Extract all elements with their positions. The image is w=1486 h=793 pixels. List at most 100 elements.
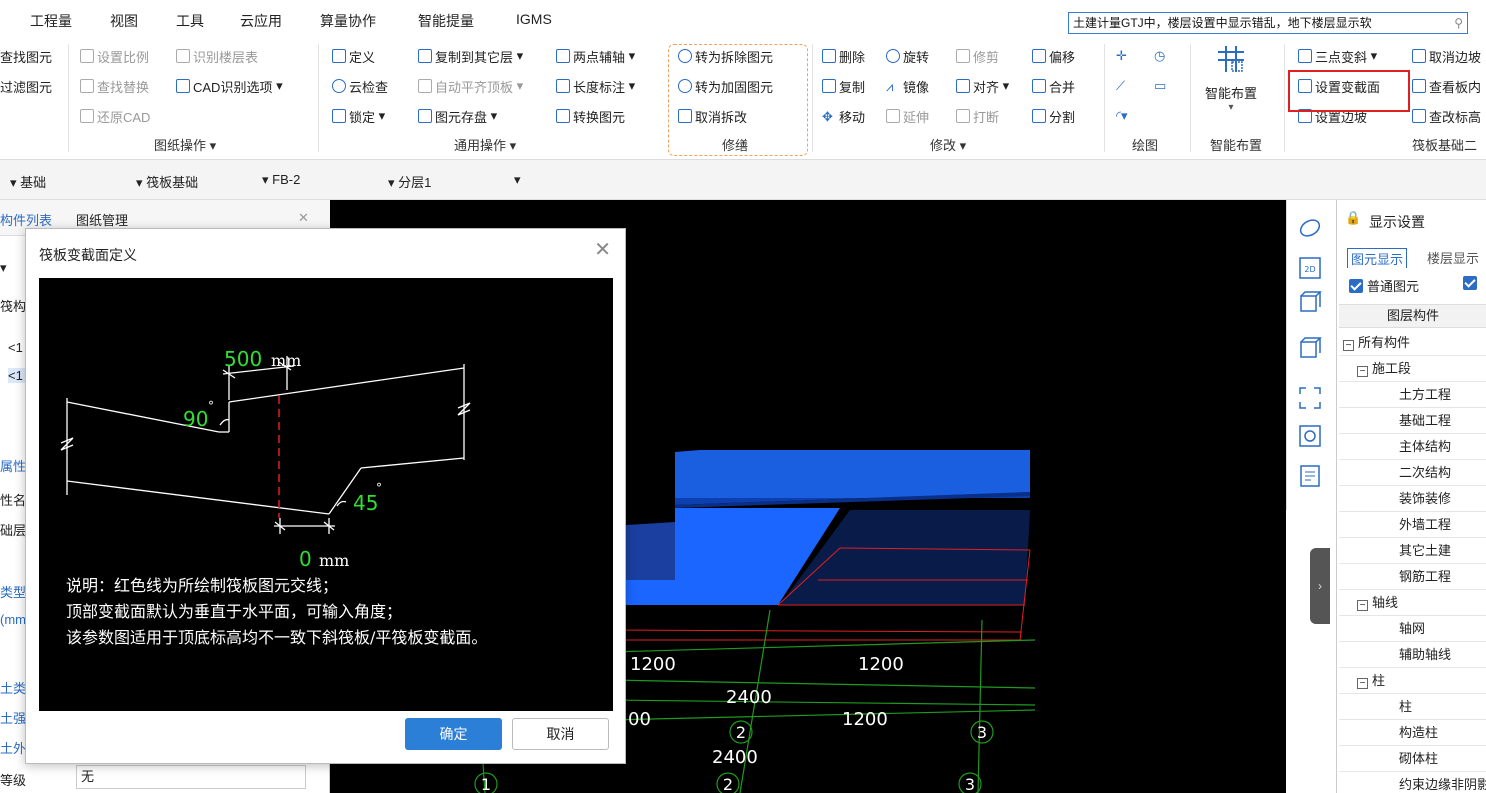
close-icon[interactable]: ✕	[594, 240, 611, 260]
collapse-toggle-icon[interactable]: −	[1357, 366, 1368, 377]
find-replace-button[interactable]: 查找替换	[80, 76, 149, 96]
tree-item[interactable]: − 所有构件	[1343, 330, 1410, 356]
properties-panel-icon[interactable]	[1298, 464, 1322, 488]
circle-draw-icon[interactable]: ◷	[1154, 46, 1165, 66]
box-select-icon[interactable]	[1298, 424, 1322, 448]
extend-button[interactable]: 延伸	[886, 106, 929, 126]
tree-item[interactable]: 构造柱	[1399, 720, 1438, 746]
search-icon[interactable]: ⚲	[1454, 13, 1463, 33]
cancel-button[interactable]: 取消	[512, 718, 609, 750]
tree-item[interactable]: 主体结构	[1399, 434, 1451, 460]
line-draw-icon[interactable]: ⟋	[1116, 76, 1125, 96]
collapse-toggle-icon[interactable]: −	[1343, 340, 1354, 351]
lock-button[interactable]: 锁定 ▾	[332, 106, 385, 126]
layer-select[interactable]: ▾ 分层1	[388, 172, 431, 191]
tab-floor-display[interactable]: 楼层显示	[1427, 248, 1479, 267]
tree-item[interactable]: 柱	[1399, 694, 1412, 720]
rect-draw-icon[interactable]: ▭	[1154, 76, 1166, 96]
list-item[interactable]: <1	[8, 340, 23, 355]
delete-button[interactable]: 删除	[822, 46, 865, 66]
rotate-button[interactable]: 旋转	[886, 46, 929, 66]
orbit-icon[interactable]	[1298, 216, 1322, 240]
tree-item[interactable]: 钢筋工程	[1399, 564, 1451, 590]
mirror-button[interactable]: ⩘ 镜像	[886, 76, 929, 96]
two-point-axis-button[interactable]: 两点辅轴 ▾	[556, 46, 635, 66]
group-label-drawing[interactable]: 图纸操作 ▾	[154, 135, 216, 154]
length-dimension-button[interactable]: 长度标注 ▾	[556, 76, 635, 96]
tree-item[interactable]: − 施工段	[1357, 356, 1411, 382]
tree-item[interactable]: 辅助轴线	[1399, 642, 1451, 668]
identify-floor-table-button[interactable]: 识别楼层表	[176, 46, 258, 66]
cad-options-button[interactable]: CAD识别选项 ▾	[176, 76, 283, 96]
tree-item[interactable]: 基础工程	[1399, 408, 1451, 434]
align-button[interactable]: 对齐 ▾	[956, 76, 1009, 96]
set-scale-button[interactable]: 设置比例	[80, 46, 149, 66]
menu-igms[interactable]: IGMS	[516, 11, 552, 27]
view-slab-button[interactable]: 查看板内	[1412, 76, 1481, 96]
tree-item[interactable]: 其它土建	[1399, 538, 1451, 564]
floor-type-select[interactable]: ▾ 基础	[10, 172, 46, 191]
arc-draw-icon[interactable]: ◜▾	[1116, 106, 1128, 126]
tree-item[interactable]: 砌体柱	[1399, 746, 1438, 772]
menu-view[interactable]: 视图	[110, 11, 138, 31]
copy-button[interactable]: 复制	[822, 76, 865, 96]
trim-button[interactable]: 修剪	[956, 46, 999, 66]
menu-tools[interactable]: 工具	[176, 11, 204, 31]
3d-cube-icon[interactable]	[1298, 290, 1322, 314]
extra-select[interactable]: ▾	[514, 172, 521, 188]
collapse-toggle-icon[interactable]: −	[1357, 600, 1368, 611]
tree-item[interactable]: 约束边缘非阴影	[1399, 772, 1486, 793]
collapse-toggle-icon[interactable]: −	[1357, 678, 1368, 689]
cloud-check-button[interactable]: 云检查	[332, 76, 388, 96]
component-type-select[interactable]: ▾ 筏板基础	[136, 172, 198, 191]
smart-layout-button[interactable]: 智能布置 ▾	[1196, 44, 1266, 113]
tree-item[interactable]: − 轴线	[1357, 590, 1398, 616]
tab-drawing-manage[interactable]: 图纸管理	[76, 210, 128, 229]
pin-icon[interactable]: 🔒	[1345, 210, 1361, 226]
define-button[interactable]: 定义	[332, 46, 375, 66]
close-icon[interactable]: ✕	[298, 210, 309, 226]
three-point-slope-button[interactable]: 三点变斜 ▾	[1298, 46, 1377, 66]
convert-demolish-button[interactable]: 转为拆除图元	[678, 46, 773, 66]
menu-smart-extract[interactable]: 智能提量	[418, 11, 474, 31]
group-label-modify[interactable]: 修改 ▾	[930, 135, 966, 154]
search-input[interactable]: 土建计量GTJ中，楼层设置中显示错乱，地下楼层显示软 ⚲	[1068, 12, 1468, 34]
tab-component-list[interactable]: 构件列表	[0, 210, 52, 229]
tree-item[interactable]: 装饰装修	[1399, 486, 1451, 512]
zoom-extents-icon[interactable]	[1298, 386, 1322, 410]
normal-element-checkbox[interactable]: 普通图元	[1349, 276, 1419, 295]
tree-item[interactable]: 外墙工程	[1399, 512, 1451, 538]
second-checkbox[interactable]	[1463, 276, 1481, 290]
tree-item[interactable]: 土方工程	[1399, 382, 1451, 408]
ok-button[interactable]: 确定	[405, 718, 502, 750]
tab-element-display[interactable]: 图元显示	[1347, 248, 1408, 268]
tree-item[interactable]: 轴网	[1399, 616, 1425, 642]
find-element-button[interactable]: 查找图元	[0, 46, 52, 66]
component-select[interactable]: ▾ FB-2	[262, 172, 300, 188]
break-button[interactable]: 打断	[956, 106, 999, 126]
cancel-edge-slope-button[interactable]: 取消边坡	[1412, 46, 1481, 66]
collapse-panel-tab[interactable]: ›	[1310, 548, 1330, 624]
group-label-general[interactable]: 通用操作 ▾	[454, 135, 516, 154]
grade-value-field[interactable]: 无	[76, 765, 306, 789]
point-draw-icon[interactable]: ✛	[1116, 46, 1127, 66]
cancel-renovation-button[interactable]: 取消拆改	[678, 106, 747, 126]
merge-button[interactable]: 合并	[1032, 76, 1075, 96]
restore-cad-button[interactable]: 还原CAD	[80, 106, 150, 126]
convert-reinforce-button[interactable]: 转为加固图元	[678, 76, 773, 96]
filter-element-button[interactable]: 过滤图元	[0, 76, 52, 96]
convert-element-button[interactable]: 转换图元	[556, 106, 625, 126]
auto-align-top-button[interactable]: 自动平齐顶板 ▾	[418, 76, 523, 96]
save-elements-button[interactable]: 图元存盘 ▾	[418, 106, 497, 126]
tree-item[interactable]: 二次结构	[1399, 460, 1451, 486]
check-elevation-button[interactable]: 查改标高	[1412, 106, 1481, 126]
2d-view-icon[interactable]: 2D	[1298, 256, 1322, 280]
copy-to-layer-button[interactable]: 复制到其它层 ▾	[418, 46, 523, 66]
tree-item[interactable]: − 柱	[1357, 668, 1385, 694]
menu-cloud[interactable]: 云应用	[240, 11, 282, 31]
move-button[interactable]: ✥ 移动	[822, 106, 865, 126]
menu-collab[interactable]: 算量协作	[320, 11, 376, 31]
3d-view-icon[interactable]	[1298, 336, 1322, 360]
split-button[interactable]: 分割	[1032, 106, 1075, 126]
menu-quantity[interactable]: 工程量	[30, 11, 72, 31]
